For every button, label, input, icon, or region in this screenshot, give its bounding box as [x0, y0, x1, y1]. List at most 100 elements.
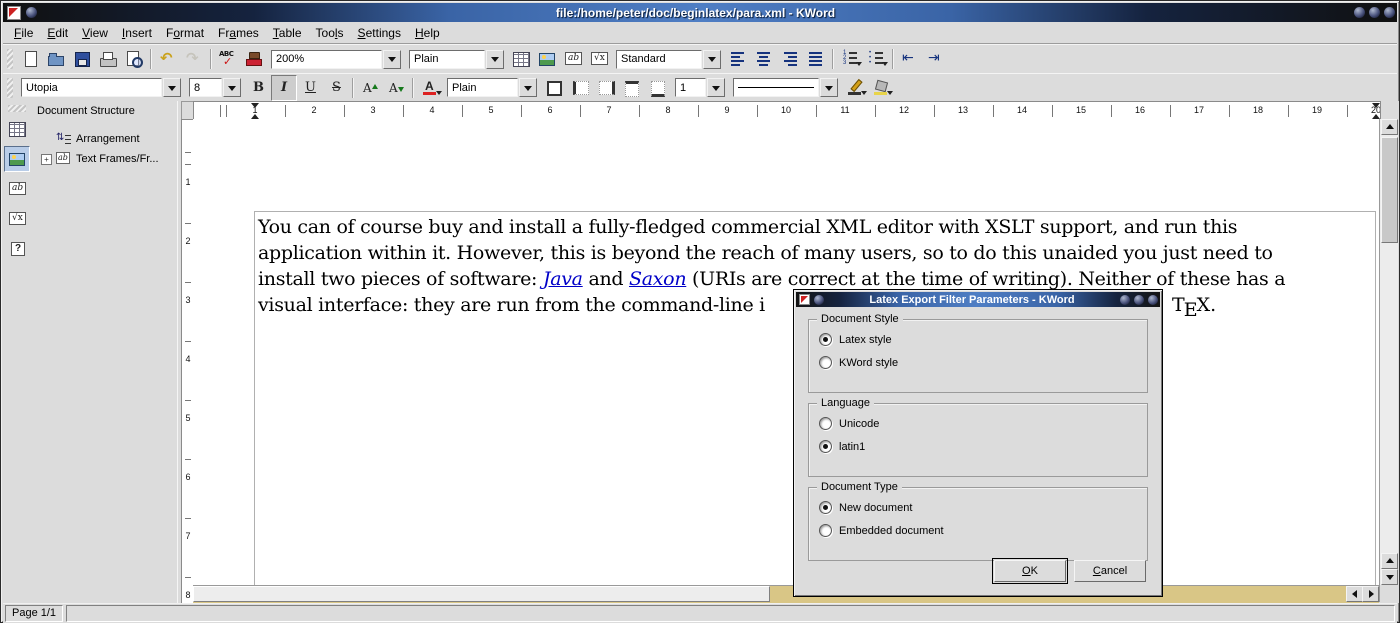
- char-style-combo-arrow[interactable]: [519, 78, 537, 97]
- new-document-button[interactable]: [17, 46, 43, 72]
- radio-button[interactable]: [819, 417, 832, 430]
- horizontal-scrollbar[interactable]: [193, 585, 1379, 603]
- radio-row-kword-style[interactable]: KWord style: [809, 351, 1147, 374]
- ok-button[interactable]: OK: [994, 560, 1066, 582]
- horizontal-scroll-thumb[interactable]: [193, 586, 770, 602]
- menu-help[interactable]: Help: [408, 24, 447, 42]
- menu-settings[interactable]: Settings: [351, 24, 408, 42]
- dialog-title-bar[interactable]: Latex Export Filter Parameters - KWord: [796, 292, 1160, 307]
- vertical-scrollbar[interactable]: [1379, 119, 1398, 585]
- radio-button[interactable]: [819, 524, 832, 537]
- paragraph-style-combo[interactable]: Standard: [616, 50, 721, 69]
- tree-item-arrangement[interactable]: Arrangement: [31, 129, 177, 149]
- align-right-button[interactable]: [777, 46, 803, 72]
- align-center-button[interactable]: [751, 46, 777, 72]
- border-style-combo-arrow[interactable]: [820, 78, 838, 97]
- strike-button[interactable]: [323, 75, 349, 101]
- menu-format[interactable]: Format: [159, 24, 211, 42]
- font-family-combo[interactable]: Utopia: [21, 78, 181, 97]
- format-style-combo-arrow[interactable]: [486, 50, 504, 69]
- insert-picture-button[interactable]: [534, 46, 560, 72]
- tree-expander[interactable]: +: [41, 154, 52, 165]
- print-button[interactable]: [95, 46, 121, 72]
- toolbar-handle[interactable]: [7, 49, 13, 69]
- radio-row-embedded-document[interactable]: Embedded document: [809, 519, 1147, 542]
- radio-button[interactable]: [819, 333, 832, 346]
- zoom-combo-arrow[interactable]: [383, 50, 401, 69]
- radio-row-latin1[interactable]: latin1: [809, 435, 1147, 458]
- spellcheck-button[interactable]: [215, 46, 241, 72]
- font-color-button[interactable]: [417, 75, 443, 101]
- kword-app-icon[interactable]: [7, 6, 21, 20]
- tool-insert-table-button[interactable]: [4, 116, 30, 142]
- menu-view[interactable]: View: [75, 24, 115, 42]
- font-size-value[interactable]: 8: [189, 78, 222, 97]
- vertical-scroll-thumb[interactable]: [1381, 137, 1398, 243]
- paragraph-style-combo-arrow[interactable]: [703, 50, 721, 69]
- dialog-minimize-button[interactable]: [1120, 295, 1130, 305]
- insert-formula-button[interactable]: [586, 46, 612, 72]
- tool-insert-object-button[interactable]: [4, 236, 30, 262]
- border-bottom-button[interactable]: [645, 75, 671, 101]
- char-style-combo[interactable]: Plain: [447, 78, 537, 97]
- scroll-down-button[interactable]: [1381, 569, 1398, 585]
- align-left-button[interactable]: [725, 46, 751, 72]
- border-style-combo[interactable]: [733, 78, 838, 97]
- font-size-combo[interactable]: 8: [189, 78, 241, 97]
- italic-button[interactable]: [271, 75, 297, 101]
- minimize-button[interactable]: [1354, 7, 1365, 18]
- bg-color-button[interactable]: [868, 75, 894, 101]
- hyperlink-saxon[interactable]: Saxon: [629, 268, 686, 290]
- tree-item-text-frames-fr[interactable]: +Text Frames/Fr...: [31, 149, 177, 169]
- title-bar[interactable]: file:/home/peter/doc/beginlatex/para.xml…: [3, 3, 1397, 22]
- format-style-combo[interactable]: Plain: [409, 50, 504, 69]
- numbered-list-button[interactable]: 123: [837, 46, 863, 72]
- dialog-menu-icon[interactable]: [814, 295, 824, 305]
- toolbar-handle[interactable]: [7, 78, 13, 98]
- bold-button[interactable]: [245, 75, 271, 101]
- radio-row-unicode[interactable]: Unicode: [809, 412, 1147, 435]
- superscript-button[interactable]: [357, 75, 383, 101]
- menu-tools[interactable]: Tools: [309, 24, 351, 42]
- dialog-maximize-button[interactable]: [1134, 295, 1144, 305]
- dialog-close-button[interactable]: [1148, 295, 1158, 305]
- decrease-indent-button[interactable]: ⇤: [897, 46, 923, 72]
- insert-text-frame-button[interactable]: [560, 46, 586, 72]
- zoom-combo[interactable]: 200%: [271, 50, 401, 69]
- menu-table[interactable]: Table: [266, 24, 309, 42]
- border-width-combo[interactable]: 1: [675, 78, 725, 97]
- border-outline-button[interactable]: [541, 75, 567, 101]
- insert-table-button[interactable]: [508, 46, 534, 72]
- radio-row-new-document[interactable]: New document: [809, 496, 1147, 519]
- latex-export-dialog[interactable]: Latex Export Filter Parameters - KWord D…: [793, 289, 1163, 597]
- print-preview-button[interactable]: [121, 46, 147, 72]
- tool-insert-picture-button[interactable]: [4, 146, 30, 172]
- tool-insert-formula-button[interactable]: [4, 206, 30, 232]
- radio-row-latex-style[interactable]: Latex style: [809, 328, 1147, 351]
- menu-insert[interactable]: Insert: [115, 24, 159, 42]
- menu-file[interactable]: File: [7, 24, 40, 42]
- increase-indent-button[interactable]: ⇥: [923, 46, 949, 72]
- scroll-left-button[interactable]: [1346, 586, 1363, 602]
- align-block-button[interactable]: [803, 46, 829, 72]
- hyperlink-java[interactable]: Java: [543, 268, 583, 290]
- menu-edit[interactable]: Edit: [40, 24, 75, 42]
- document-canvas[interactable]: You can of course buy and install a full…: [193, 119, 1379, 585]
- radio-button[interactable]: [819, 356, 832, 369]
- border-color-button[interactable]: [842, 75, 868, 101]
- scroll-right-button[interactable]: [1362, 586, 1379, 602]
- scroll-up-button-bottom[interactable]: [1381, 553, 1398, 569]
- subscript-button[interactable]: [383, 75, 409, 101]
- window-menu-icon[interactable]: [26, 7, 37, 18]
- border-width-combo-arrow[interactable]: [707, 78, 725, 97]
- save-button[interactable]: [69, 46, 95, 72]
- font-family-combo-arrow[interactable]: [163, 78, 181, 97]
- zoom-value[interactable]: 200%: [271, 50, 382, 69]
- maximize-button[interactable]: [1369, 7, 1380, 18]
- border-right-button[interactable]: [593, 75, 619, 101]
- undo-button[interactable]: [155, 46, 181, 72]
- border-top-button[interactable]: [619, 75, 645, 101]
- tool-insert-text-frame-button[interactable]: [4, 176, 30, 202]
- scroll-up-button[interactable]: [1381, 119, 1398, 135]
- close-button[interactable]: [1384, 7, 1395, 18]
